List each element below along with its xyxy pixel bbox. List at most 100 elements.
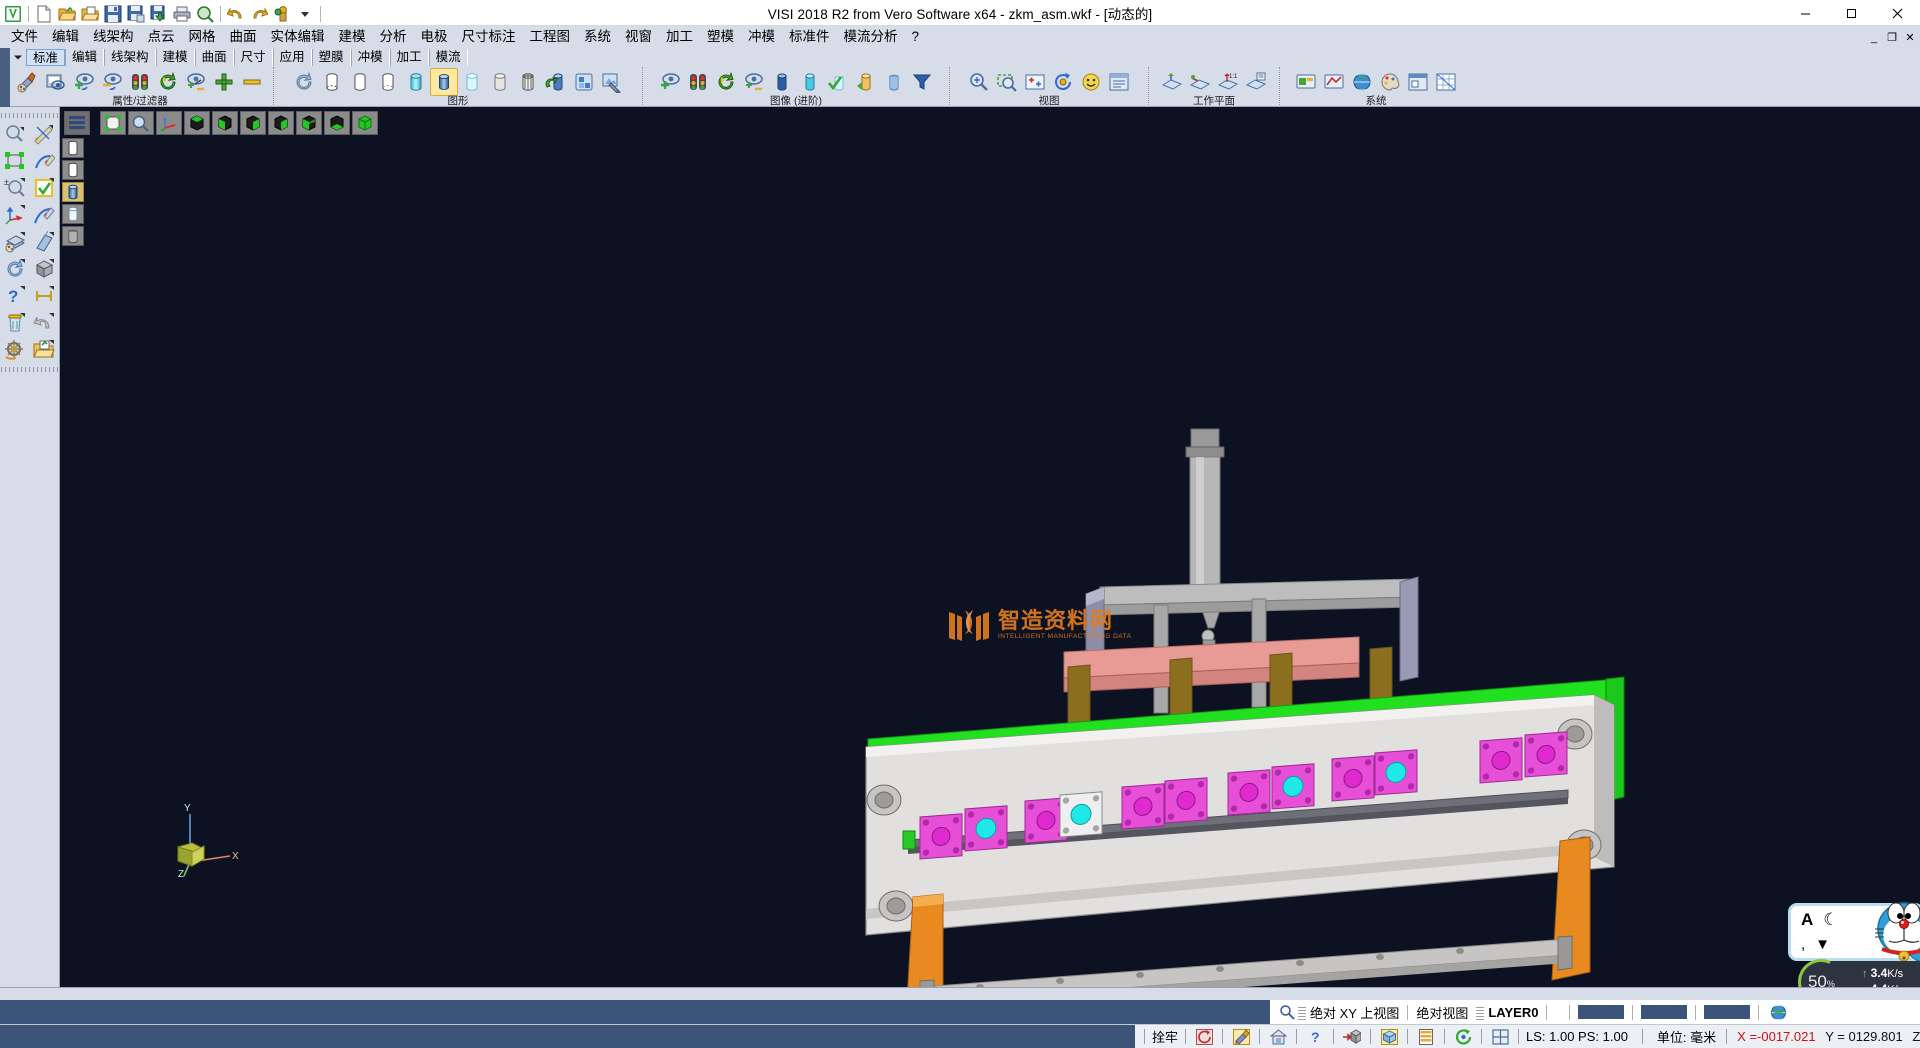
menu-item-4[interactable]: 网格 <box>182 27 223 47</box>
surface-map-icon[interactable] <box>29 228 58 255</box>
panel-grip[interactable] <box>1 113 59 118</box>
grid-window-icon[interactable] <box>1489 1027 1511 1047</box>
zoom-dynamic-icon[interactable] <box>128 111 154 135</box>
transform-icon[interactable] <box>0 147 29 174</box>
view-right-icon[interactable] <box>240 111 266 135</box>
green-check-cylinder-icon[interactable] <box>824 68 852 96</box>
solid-transform-icon[interactable] <box>1341 1027 1363 1047</box>
menu-item-7[interactable]: 建模 <box>332 27 373 47</box>
view-back-icon[interactable] <box>268 111 294 135</box>
striped-cylinder-icon[interactable] <box>880 68 908 96</box>
status-color-box-1[interactable] <box>1578 1005 1624 1019</box>
print-icon[interactable] <box>171 3 193 25</box>
toolbar-tab-5[interactable]: 尺寸 <box>234 49 273 66</box>
delete-trash-icon[interactable] <box>0 309 29 336</box>
refresh-green-icon[interactable] <box>712 68 740 96</box>
close-button[interactable] <box>1874 0 1920 26</box>
view-left-icon[interactable] <box>296 111 322 135</box>
chevron-down-icon[interactable] <box>10 49 26 66</box>
maximize-button[interactable] <box>1828 0 1874 26</box>
menu-item-9[interactable]: 电极 <box>414 27 455 47</box>
zoom-window-icon[interactable] <box>993 68 1021 96</box>
toolbar-tab-1[interactable]: 编辑 <box>65 49 104 66</box>
toolbar-tab-0[interactable]: 标准 <box>26 49 65 66</box>
regenerate-icon[interactable] <box>0 255 29 282</box>
undo-icon[interactable] <box>225 3 247 25</box>
open-project-icon[interactable] <box>29 336 58 363</box>
orange-cylinder-icon[interactable] <box>852 68 880 96</box>
view-top-icon[interactable] <box>184 111 210 135</box>
workplane-list-icon[interactable] <box>1242 68 1270 96</box>
menu-item-19[interactable]: ? <box>905 27 927 47</box>
blue-cylinder-icon[interactable] <box>768 68 796 96</box>
menu-item-13[interactable]: 视窗 <box>618 27 659 47</box>
add-plus-icon[interactable] <box>210 68 238 96</box>
show-add-icon[interactable] <box>656 68 684 96</box>
menu-item-12[interactable]: 系统 <box>577 27 618 47</box>
color-palette-icon[interactable] <box>14 68 42 96</box>
toolbar-tab-7[interactable]: 塑膜 <box>312 49 351 66</box>
system-palette-icon[interactable] <box>1376 68 1404 96</box>
search-icon[interactable] <box>1276 1002 1298 1022</box>
open-folder-icon[interactable] <box>56 3 78 25</box>
menu-item-3[interactable]: 点云 <box>141 27 182 47</box>
wireframe-cylinder-icon[interactable] <box>62 138 84 158</box>
menu-item-0[interactable]: 文件 <box>4 27 45 47</box>
shaded-blue-cylinder-icon[interactable] <box>62 182 84 202</box>
view-front-icon[interactable] <box>212 111 238 135</box>
menu-item-10[interactable]: 尺寸标注 <box>455 27 523 47</box>
status-grip-2[interactable] <box>1476 1005 1484 1020</box>
floating-desktop-widget[interactable]: A ☾ , ▼ <box>1788 899 1920 987</box>
spline-edit-icon[interactable] <box>29 201 58 228</box>
axis-triad-icon[interactable] <box>156 111 182 135</box>
system-grid-icon[interactable] <box>1432 68 1460 96</box>
inner-minimize-button[interactable]: _ <box>1866 30 1882 45</box>
paint-status-icon[interactable] <box>1230 1027 1252 1047</box>
menu-item-16[interactable]: 冲模 <box>741 27 782 47</box>
rotate-refresh-icon[interactable] <box>1452 1027 1474 1047</box>
toolbar-tab-8[interactable]: 冲模 <box>351 49 390 66</box>
properties-icon[interactable] <box>271 3 293 25</box>
zoom-dynamic-icon[interactable] <box>965 68 993 96</box>
axis-move-icon[interactable] <box>0 201 29 228</box>
home-status-icon[interactable] <box>1267 1027 1289 1047</box>
regenerate-icon[interactable] <box>290 68 318 96</box>
view-manager-icon[interactable] <box>1105 68 1133 96</box>
workplane-origin-icon[interactable]: 1:1 <box>1214 68 1242 96</box>
workplane-align-icon[interactable] <box>1186 68 1214 96</box>
toolbar-drag-handle[interactable] <box>0 48 10 66</box>
horizontal-scrollbar[interactable] <box>0 987 1920 1000</box>
render-settings-icon[interactable] <box>598 68 626 96</box>
zoom-plus-minus-icon[interactable]: ± <box>0 174 29 201</box>
mesh-cylinder-icon[interactable] <box>514 68 542 96</box>
construct-line-icon[interactable] <box>29 120 58 147</box>
save-as-icon[interactable] <box>125 3 147 25</box>
system-units-icon[interactable] <box>1320 68 1348 96</box>
hidden-line-cylinder-icon[interactable] <box>62 160 84 180</box>
grey-shaded-cylinder-icon[interactable] <box>486 68 514 96</box>
menu-item-11[interactable]: 工程图 <box>523 27 578 47</box>
traffic-light-icon[interactable] <box>684 68 712 96</box>
transparent-cylinder-icon[interactable] <box>62 204 84 224</box>
help-query-icon[interactable]: ? <box>0 282 29 309</box>
curve-edit-icon[interactable] <box>29 147 58 174</box>
print-preview-icon[interactable] <box>194 3 216 25</box>
toolbar-tab-4[interactable]: 曲面 <box>195 49 234 66</box>
3d-viewport[interactable]: Y X Z 智造资料网 INTELLIGENT MANUFACTURING DA… <box>60 107 1920 987</box>
redo-icon[interactable] <box>248 3 270 25</box>
hidden-line-cylinder-icon[interactable] <box>346 68 374 96</box>
helm-wheel-icon[interactable] <box>0 336 29 363</box>
menu-item-2[interactable]: 线架构 <box>86 27 141 47</box>
menu-item-1[interactable]: 编辑 <box>45 27 86 47</box>
check-selection-icon[interactable] <box>29 174 58 201</box>
wireframe-cylinder-icon[interactable] <box>318 68 346 96</box>
funnel-icon[interactable] <box>908 68 936 96</box>
zoom-analyze-icon[interactable] <box>0 120 29 147</box>
toolbar-tab-6[interactable]: 应用 <box>273 49 312 66</box>
menu-item-6[interactable]: 实体编辑 <box>264 27 332 47</box>
status-grip[interactable] <box>1298 1005 1306 1020</box>
remove-minus-icon[interactable] <box>238 68 266 96</box>
traffic-light-icon[interactable] <box>126 68 154 96</box>
shaded-cube-icon[interactable] <box>1378 1027 1400 1047</box>
layer-list-icon[interactable] <box>64 111 90 135</box>
